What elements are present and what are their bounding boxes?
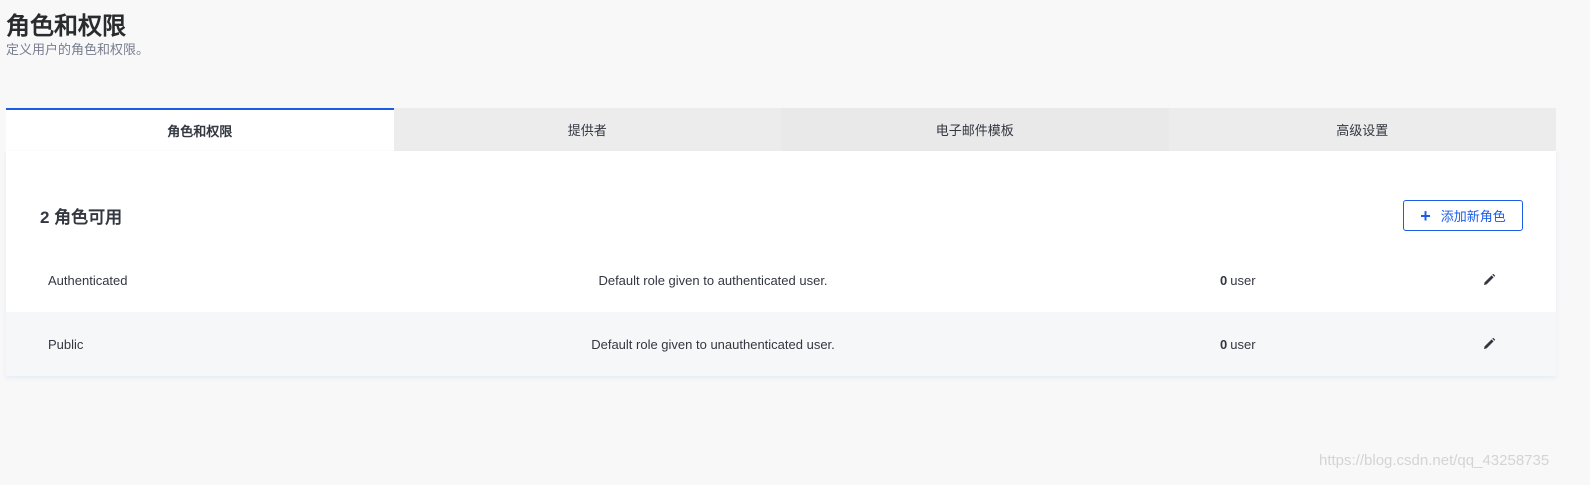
plus-icon: + xyxy=(1420,205,1431,226)
user-count-unit: user xyxy=(1230,272,1256,288)
tab-advanced-settings[interactable]: 高级设置 xyxy=(1168,108,1556,151)
user-count-value: 0 xyxy=(1220,272,1228,288)
page-title: 角色和权限 xyxy=(6,13,126,40)
role-user-count: 0 user xyxy=(1220,248,1256,312)
tab-email-templates[interactable]: 电子邮件模板 xyxy=(781,108,1169,151)
role-description: Default role given to unauthenticated us… xyxy=(591,336,835,352)
user-count-unit: user xyxy=(1230,336,1256,352)
edit-role-button[interactable] xyxy=(1482,312,1496,376)
page-header: 角色和权限 定义用户的角色和权限。 xyxy=(6,12,149,58)
add-role-button-label: 添加新角色 xyxy=(1440,209,1506,224)
role-description: Default role given to authenticated user… xyxy=(598,272,828,288)
tab-roles-permissions[interactable]: 角色和权限 xyxy=(6,108,394,151)
tab-providers[interactable]: 提供者 xyxy=(393,108,781,151)
roles-panel: 2 角色可用 + 添加新角色 Authenticated Default rol… xyxy=(6,151,1556,376)
role-row[interactable]: Authenticated Default role given to auth… xyxy=(6,248,1556,312)
tab-bar: 角色和权限 提供者 电子邮件模板 高级设置 xyxy=(6,108,1556,151)
roles-count-heading: 2 角色可用 xyxy=(40,208,123,227)
role-name: Authenticated xyxy=(48,272,128,288)
user-count-value: 0 xyxy=(1220,336,1228,352)
role-row[interactable]: Public Default role given to unauthentic… xyxy=(6,312,1556,376)
pencil-icon xyxy=(1484,337,1496,349)
role-user-count: 0 user xyxy=(1220,312,1256,376)
add-role-button[interactable]: + 添加新角色 xyxy=(1403,200,1523,231)
pencil-icon xyxy=(1484,273,1496,285)
edit-role-button[interactable] xyxy=(1482,248,1496,312)
page-subtitle: 定义用户的角色和权限。 xyxy=(6,42,150,57)
role-name: Public xyxy=(48,336,84,352)
watermark: https://blog.csdn.net/qq_43258735 xyxy=(1319,452,1550,469)
page: 角色和权限 定义用户的角色和权限。 角色和权限 提供者 电子邮件模板 高级设置 … xyxy=(0,0,1590,485)
